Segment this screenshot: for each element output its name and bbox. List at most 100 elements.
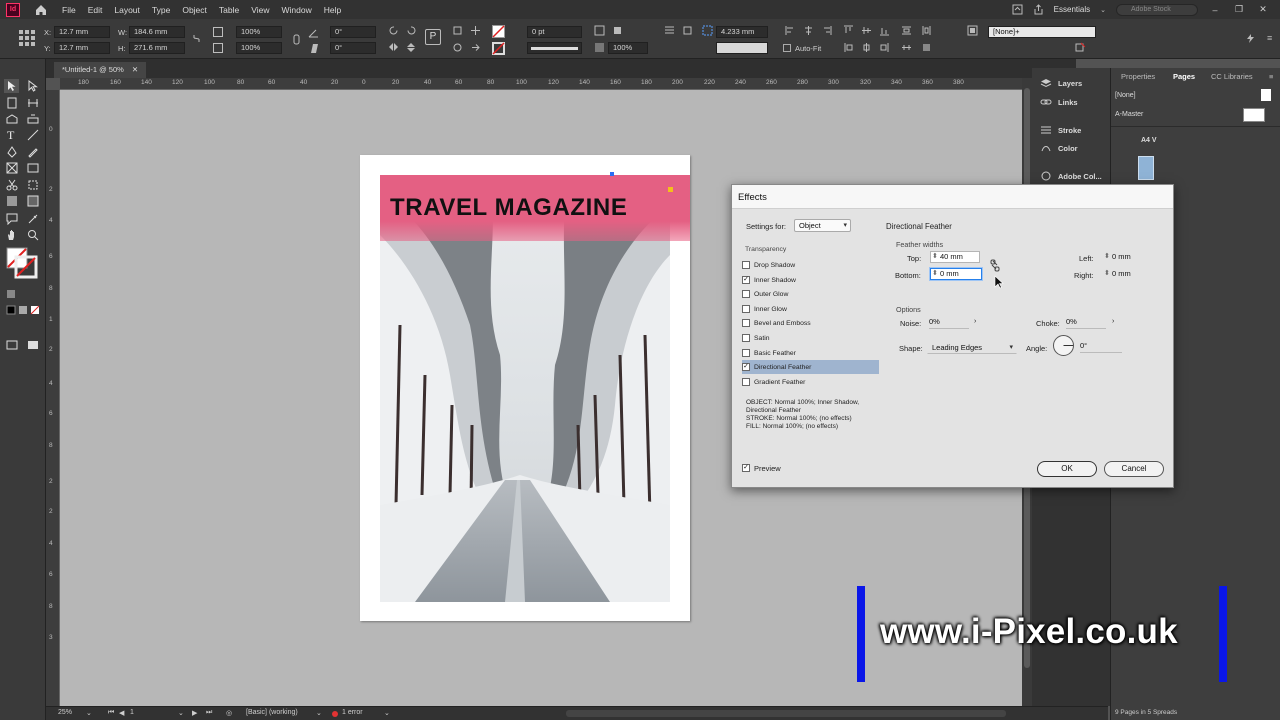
noise-field[interactable]: 0% xyxy=(929,317,969,329)
preview-toggle[interactable]: ✓ Preview xyxy=(742,461,879,475)
object-style-dropdown[interactable]: [None]+ xyxy=(988,26,1096,38)
menu-window[interactable]: Window xyxy=(276,5,318,15)
restore-icon[interactable]: ❐ xyxy=(1232,4,1246,15)
page-thumbnail[interactable] xyxy=(1138,156,1154,180)
bottom-width-field[interactable]: 0 mm xyxy=(930,268,982,280)
distribute-hcenter-icon[interactable] xyxy=(861,42,872,53)
wrap-shape-icon[interactable] xyxy=(702,25,713,36)
none-master-thumbnail[interactable] xyxy=(1261,89,1271,101)
hand-tool-icon[interactable] xyxy=(6,229,18,241)
effect-inner-shadow[interactable]: ✓ Inner Shadow xyxy=(742,273,879,287)
close-icon[interactable]: ✕ xyxy=(1256,4,1270,15)
tab-pages[interactable]: Pages xyxy=(1173,72,1195,81)
rotate-field[interactable]: 0° xyxy=(330,26,376,38)
constrain-proportions-icon[interactable] xyxy=(191,33,202,44)
layers-panel-button[interactable]: Layers xyxy=(1040,74,1082,92)
angle-dial-icon[interactable] xyxy=(1052,334,1075,357)
adobe-color-panel-button[interactable]: Adobe Col... xyxy=(1040,167,1102,185)
publish-icon[interactable] xyxy=(1012,4,1023,15)
distribute-vertical-icon[interactable] xyxy=(921,25,932,36)
text-wrap-icon[interactable] xyxy=(664,25,675,36)
note-tool-icon[interactable] xyxy=(6,213,18,225)
fill-stroke-swatch-icon[interactable] xyxy=(6,247,38,279)
align-bottom-icon[interactable] xyxy=(879,25,890,36)
align-right-icon[interactable] xyxy=(821,25,832,36)
vertical-ruler[interactable]: 0 2 4 6 8 1 2 4 6 8 2 2 4 6 8 3 xyxy=(46,90,60,706)
scale-x-field[interactable]: 100% xyxy=(236,26,282,38)
chevron-down-icon[interactable]: ⌄ xyxy=(316,709,322,717)
stroke-swatch-icon[interactable] xyxy=(492,42,505,55)
horizontal-ruler[interactable]: 180 160 140 120 100 80 60 40 20 0 20 40 … xyxy=(60,78,1022,90)
flip-horizontal-icon[interactable] xyxy=(388,42,399,53)
height-field[interactable]: 271.6 mm xyxy=(129,42,185,54)
reference-point-icon[interactable] xyxy=(18,29,36,47)
gradient-swatch-tool-icon[interactable] xyxy=(6,195,18,207)
auto-fit-checkbox[interactable] xyxy=(783,44,791,52)
free-transform-tool-icon[interactable] xyxy=(27,179,39,191)
effect-outer-glow[interactable]: Outer Glow xyxy=(742,287,879,301)
rectangle-frame-tool-icon[interactable] xyxy=(6,162,18,174)
wrap-box-icon[interactable] xyxy=(682,25,693,36)
chevron-down-icon[interactable]: ⌄ xyxy=(86,709,92,717)
preflight-profile[interactable]: [Basic] (working) xyxy=(246,709,298,716)
effect-satin[interactable]: Satin xyxy=(742,331,879,345)
zoom-tool-icon[interactable] xyxy=(27,229,39,241)
a-master[interactable]: A-Master xyxy=(1115,111,1143,118)
gap-field[interactable]: 4.233 mm xyxy=(716,26,768,38)
pen-tool-icon[interactable] xyxy=(6,146,18,158)
select-previous-icon[interactable] xyxy=(452,42,463,53)
last-page-icon[interactable]: ⏭ xyxy=(206,709,212,717)
effect-bevel-emboss[interactable]: Bevel and Emboss xyxy=(742,316,879,330)
preview-checkbox[interactable]: ✓ xyxy=(742,464,750,472)
noise-slider-icon[interactable]: › xyxy=(974,318,976,325)
distribute-icon[interactable] xyxy=(901,25,912,36)
choke-field[interactable]: 0% xyxy=(1066,317,1106,329)
eyedropper-tool-icon[interactable] xyxy=(27,213,39,225)
menu-table[interactable]: Table xyxy=(213,5,245,15)
effect-checkbox[interactable] xyxy=(742,290,750,298)
ok-button[interactable]: OK xyxy=(1037,461,1097,477)
menu-type[interactable]: Type xyxy=(146,5,176,15)
link-chain-icon[interactable] xyxy=(291,34,302,45)
select-next-icon[interactable] xyxy=(470,42,481,53)
right-width-field[interactable]: 0 mm xyxy=(1102,268,1157,280)
previous-page-icon[interactable]: ◀ xyxy=(119,709,124,717)
links-panel-button[interactable]: Links xyxy=(1040,93,1078,111)
rectangle-tool-icon[interactable] xyxy=(27,162,39,174)
effect-gradient-feather[interactable]: Gradient Feather xyxy=(742,375,879,389)
minimize-icon[interactable]: – xyxy=(1208,5,1222,15)
flip-vertical-icon[interactable] xyxy=(406,42,417,53)
effect-basic-feather[interactable]: Basic Feather xyxy=(742,346,879,360)
link-settings-icon[interactable] xyxy=(989,259,1001,273)
line-tool-icon[interactable] xyxy=(27,129,39,141)
content-placer-icon[interactable] xyxy=(27,113,39,125)
direct-selection-tool-icon[interactable] xyxy=(27,80,39,92)
content-collector-icon[interactable] xyxy=(6,113,18,125)
panel-menu-icon[interactable]: ≡ xyxy=(1267,33,1272,43)
pencil-tool-icon[interactable] xyxy=(27,146,39,158)
panel-menu-icon[interactable]: ≡ xyxy=(1269,72,1273,81)
stroke-weight-field[interactable]: 0 pt xyxy=(527,26,582,38)
frame-fitting-icon[interactable] xyxy=(594,25,605,36)
chevron-down-icon[interactable]: ⌄ xyxy=(384,709,390,717)
magazine-banner[interactable]: TRAVEL MAGAZINE xyxy=(380,175,690,241)
rotate-ccw-icon[interactable] xyxy=(406,25,417,36)
page-tool-icon[interactable] xyxy=(6,97,18,109)
align-to-icon[interactable] xyxy=(921,42,932,53)
menu-help[interactable]: Help xyxy=(318,5,347,15)
select-content-icon[interactable] xyxy=(470,25,481,36)
apply-none-icon[interactable] xyxy=(30,305,40,315)
fit-content-icon[interactable] xyxy=(612,25,623,36)
distribute-left-icon[interactable] xyxy=(843,42,854,53)
fill-swatch-icon[interactable] xyxy=(492,25,505,38)
dialog-titlebar[interactable]: Effects xyxy=(732,185,1173,209)
a-master-thumbnail[interactable] xyxy=(1243,108,1265,122)
open-page-icon[interactable]: ◎ xyxy=(226,709,232,717)
effect-checkbox[interactable] xyxy=(742,261,750,269)
distribute-spacing-icon[interactable] xyxy=(901,42,912,53)
distribute-right-icon[interactable] xyxy=(879,42,890,53)
zoom-level[interactable]: 25% xyxy=(58,709,72,716)
choke-slider-icon[interactable]: › xyxy=(1112,318,1114,325)
next-page-icon[interactable]: ▶ xyxy=(192,709,197,717)
tab-cc-libraries[interactable]: CC Libraries xyxy=(1211,72,1253,81)
